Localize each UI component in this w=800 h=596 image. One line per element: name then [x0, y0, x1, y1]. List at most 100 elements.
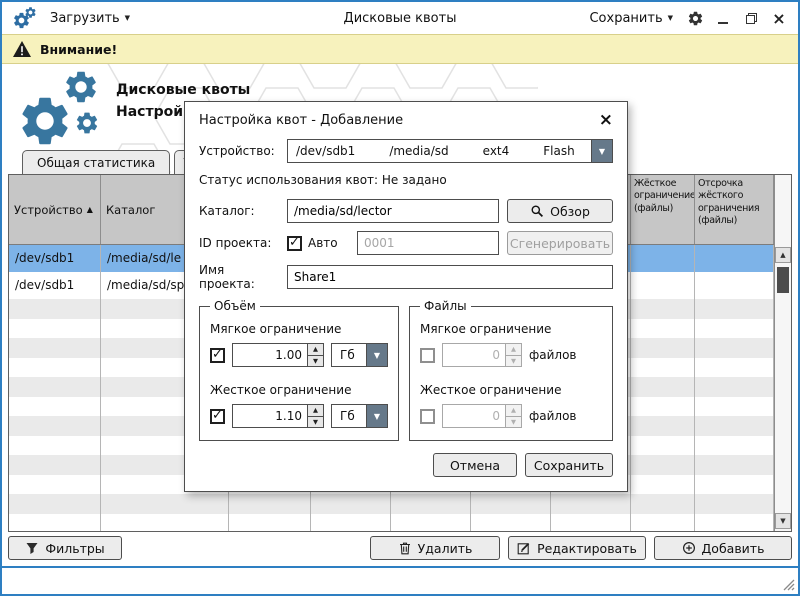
spin-down-icon[interactable]: ▼: [506, 355, 521, 367]
app-logo-gears: [16, 68, 122, 156]
project-name-label: Имя проекта:: [199, 263, 279, 291]
window-title: Дисковые квоты: [344, 11, 457, 26]
maximize-icon: [745, 12, 758, 25]
checkbox-checked: ✓: [287, 236, 302, 251]
hard-volume-spinner[interactable]: 1.10 ▲▼: [232, 404, 324, 428]
page-title: Дисковые квоты: [116, 82, 250, 98]
caret-down-icon: ▼: [668, 14, 673, 22]
column-device[interactable]: Устройство ▲: [9, 175, 101, 244]
hard-files-checkbox[interactable]: [420, 409, 435, 424]
arrow-up-icon: ▲: [780, 251, 785, 259]
quota-add-dialog: Настройка квот - Добавление × Устройство…: [184, 101, 628, 492]
warning-icon: [12, 40, 32, 58]
spin-up-icon[interactable]: ▲: [506, 344, 521, 355]
check-icon: ✓: [212, 409, 223, 422]
hard-files-spinner[interactable]: 0 ▲▼: [442, 404, 522, 428]
spin-up-icon[interactable]: ▲: [308, 405, 323, 416]
column-hard-limit-files[interactable]: Жёсткое ограничение (файлы): [631, 175, 695, 244]
minimize-button[interactable]: [714, 9, 732, 27]
caret-down-icon[interactable]: ▼: [366, 344, 387, 366]
caret-down-icon[interactable]: ▼: [366, 405, 387, 427]
scroll-down-button[interactable]: ▼: [775, 513, 791, 529]
titlebar: Загрузить ▼ Дисковые квоты Сохранить ▼ ×: [2, 2, 798, 34]
files-suffix-label: файлов: [529, 409, 577, 423]
soft-volume-unit-select[interactable]: Гб ▼: [331, 343, 388, 367]
sort-asc-icon: ▲: [87, 205, 93, 214]
cell-device: /dev/sdb1: [9, 245, 101, 272]
action-bar: Фильтры Удалить Редактировать: [8, 536, 792, 560]
hard-volume-checkbox[interactable]: ✓: [210, 409, 225, 424]
soft-limit-label: Мягкое ограничение: [420, 322, 602, 336]
hard-volume-unit-select[interactable]: Гб ▼: [331, 404, 388, 428]
status-bar: [2, 566, 798, 594]
spin-down-icon[interactable]: ▼: [308, 416, 323, 428]
vertical-scrollbar[interactable]: ▲ ▼: [774, 175, 791, 531]
warning-text: Внимание!: [40, 42, 117, 57]
soft-files-checkbox[interactable]: [420, 348, 435, 363]
minimize-icon: [718, 22, 728, 24]
edit-button[interactable]: Редактировать: [508, 536, 646, 560]
volume-group-title: Объём: [210, 299, 260, 313]
files-group: Файлы Мягкое ограничение 0 ▲▼ файлов Жес…: [409, 299, 613, 441]
load-menu-button[interactable]: Загрузить ▼: [46, 9, 134, 28]
caret-down-icon[interactable]: ▼: [591, 140, 612, 162]
close-window-button[interactable]: ×: [770, 9, 788, 27]
edit-icon: [517, 541, 531, 555]
dialog-title: Настройка квот - Добавление: [199, 113, 403, 128]
app-window: Загрузить ▼ Дисковые квоты Сохранить ▼ ×…: [0, 0, 800, 596]
add-button[interactable]: Добавить: [654, 536, 792, 560]
quota-status-text: Статус использования квот: Не задано: [199, 173, 613, 187]
auto-checkbox[interactable]: ✓ Авто: [287, 236, 349, 251]
save-menu-label: Сохранить: [589, 11, 662, 26]
spin-up-icon[interactable]: ▲: [506, 405, 521, 416]
settings-gear-icon[interactable]: [687, 10, 704, 27]
resize-grip[interactable]: [781, 577, 795, 591]
delete-button[interactable]: Удалить: [370, 536, 500, 560]
maximize-button[interactable]: [742, 9, 760, 27]
table-empty-row[interactable]: [9, 494, 774, 514]
spin-down-icon[interactable]: ▼: [506, 416, 521, 428]
filters-button[interactable]: Фильтры: [8, 536, 122, 560]
soft-limit-label: Мягкое ограничение: [210, 322, 388, 336]
hard-limit-label: Жесткое ограничение: [210, 383, 388, 397]
files-group-title: Файлы: [420, 299, 471, 313]
save-menu-button[interactable]: Сохранить ▼: [585, 9, 677, 28]
device-select[interactable]: /dev/sdb1 /media/sd ext4 Flash ▼: [287, 139, 613, 163]
soft-volume-spinner[interactable]: 1.00 ▲▼: [232, 343, 324, 367]
catalog-input[interactable]: [287, 199, 499, 223]
browse-button[interactable]: Обзор: [507, 199, 613, 223]
hard-limit-label: Жесткое ограничение: [420, 383, 602, 397]
spin-down-icon[interactable]: ▼: [308, 355, 323, 367]
warning-banner: Внимание!: [2, 34, 798, 64]
check-icon: ✓: [289, 236, 300, 249]
load-menu-label: Загрузить: [50, 11, 120, 26]
page-subtitle: Настройк: [116, 104, 193, 120]
caret-down-icon: ▼: [125, 14, 130, 22]
device-label: Устройство:: [199, 144, 279, 158]
files-suffix-label: файлов: [529, 348, 577, 362]
soft-volume-checkbox[interactable]: ✓: [210, 348, 225, 363]
dialog-close-button[interactable]: ×: [599, 112, 613, 129]
check-icon: ✓: [212, 348, 223, 361]
filter-icon: [25, 541, 39, 555]
table-empty-row[interactable]: [9, 514, 774, 533]
spin-up-icon[interactable]: ▲: [308, 344, 323, 355]
project-id-input[interactable]: [357, 231, 499, 255]
soft-files-spinner[interactable]: 0 ▲▼: [442, 343, 522, 367]
plus-circle-icon: [682, 541, 696, 555]
generate-button[interactable]: Сгенерировать: [507, 231, 613, 255]
column-hard-grace-files[interactable]: Отсрочка жёсткого ограничения (файлы): [695, 175, 774, 244]
scroll-up-button[interactable]: ▲: [775, 247, 791, 263]
tab-general-stats[interactable]: Общая статистика: [22, 150, 170, 174]
dialog-header: Настройка квот - Добавление ×: [199, 112, 613, 129]
scrollbar-thumb[interactable]: [777, 267, 789, 293]
catalog-label: Каталог:: [199, 204, 279, 218]
device-select-value: /dev/sdb1 /media/sd ext4 Flash: [288, 140, 591, 162]
cancel-button[interactable]: Отмена: [433, 453, 517, 477]
arrow-down-icon: ▼: [780, 517, 785, 525]
project-id-label: ID проекта:: [199, 236, 279, 250]
project-name-input[interactable]: [287, 265, 613, 289]
save-button[interactable]: Сохранить: [525, 453, 613, 477]
trash-icon: [398, 541, 412, 555]
titlebar-right: Сохранить ▼ ×: [585, 9, 788, 28]
